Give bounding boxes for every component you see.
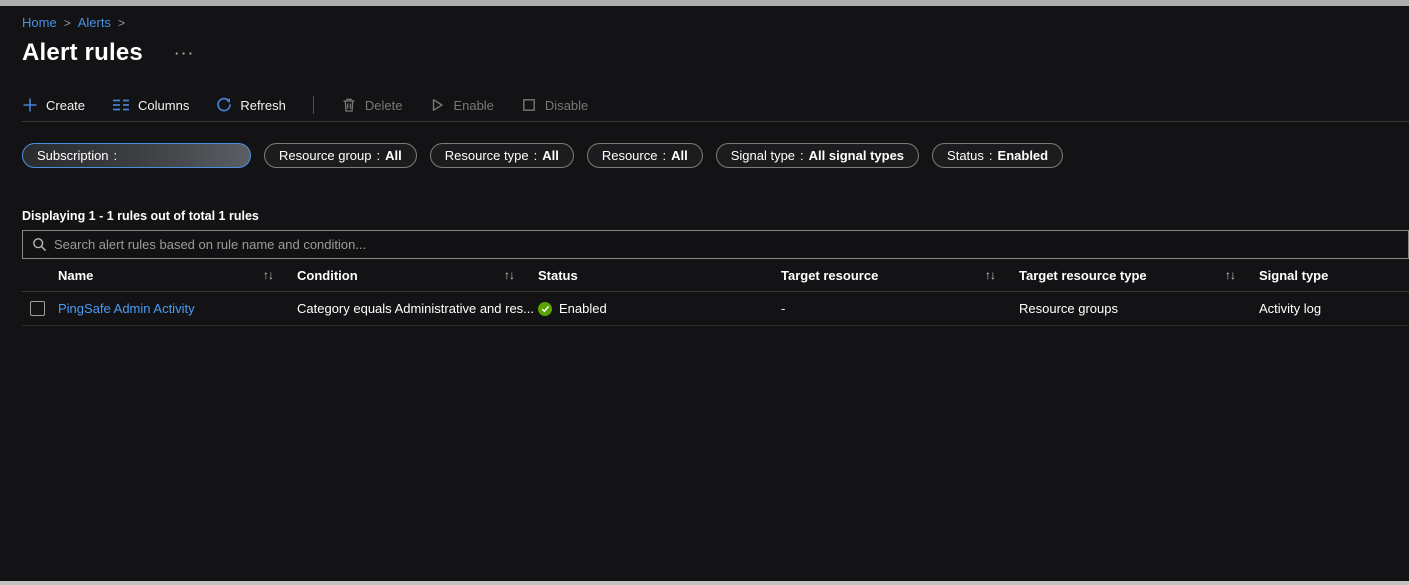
filter-label: Signal type [731, 148, 795, 163]
rule-condition-cell: Category equals Administrative and res..… [297, 301, 538, 316]
title-row: Alert rules ··· [22, 38, 1409, 68]
refresh-button[interactable]: Refresh [216, 97, 286, 113]
filter-value: All [542, 148, 559, 163]
column-header-target-resource[interactable]: Target resource ↑↓ [781, 268, 1019, 283]
filter-value: All signal types [809, 148, 904, 163]
alert-rules-page: Home > Alerts > Alert rules ··· Create [0, 15, 1409, 326]
filter-pill-status[interactable]: Status : Enabled [932, 143, 1063, 168]
search-bar [22, 230, 1409, 259]
column-header-label: Status [538, 268, 578, 283]
trash-icon [341, 97, 357, 113]
create-button-label: Create [46, 98, 85, 113]
breadcrumb: Home > Alerts > [22, 15, 1409, 30]
column-header-target-resource-type[interactable]: Target resource type ↑↓ [1019, 268, 1259, 283]
filter-bar: Subscription : Resource group : All Reso… [22, 143, 1409, 168]
columns-button-label: Columns [138, 98, 189, 113]
column-header-signal-type[interactable]: Signal type [1259, 268, 1409, 283]
page-title: Alert rules [22, 39, 143, 67]
toolbar-divider [313, 96, 314, 114]
refresh-button-label: Refresh [240, 98, 286, 113]
filter-separator: : [800, 148, 804, 163]
filter-separator: : [114, 148, 118, 163]
column-header-label: Name [58, 268, 93, 283]
column-header-label: Target resource type [1019, 268, 1147, 283]
column-header-label: Condition [297, 268, 358, 283]
filter-value: All [671, 148, 688, 163]
columns-icon [112, 98, 130, 112]
disable-button-label: Disable [545, 98, 588, 113]
breadcrumb-separator: > [118, 16, 125, 30]
breadcrumb-home-link[interactable]: Home [22, 15, 57, 30]
column-header-label: Signal type [1259, 268, 1328, 283]
rule-status-label: Enabled [559, 301, 607, 316]
filter-label: Subscription [37, 148, 109, 163]
filter-separator: : [662, 148, 666, 163]
square-icon [521, 97, 537, 113]
create-button[interactable]: Create [22, 97, 85, 113]
sort-arrows-icon[interactable]: ↑↓ [263, 268, 273, 282]
filter-pill-resource-type[interactable]: Resource type : All [430, 143, 574, 168]
plus-icon [22, 97, 38, 113]
filter-label: Resource group [279, 148, 372, 163]
breadcrumb-alerts-link[interactable]: Alerts [78, 15, 111, 30]
filter-separator: : [989, 148, 993, 163]
sort-arrows-icon[interactable]: ↑↓ [1225, 268, 1235, 282]
search-icon [32, 237, 47, 252]
rule-name-link[interactable]: PingSafe Admin Activity [58, 301, 195, 316]
sort-arrows-icon[interactable]: ↑↓ [504, 268, 514, 282]
check-circle-icon [538, 302, 552, 316]
filter-label: Status [947, 148, 984, 163]
filter-separator: : [377, 148, 381, 163]
search-input[interactable] [54, 237, 1399, 252]
filter-pill-resource[interactable]: Resource : All [587, 143, 703, 168]
columns-button[interactable]: Columns [112, 98, 189, 113]
filter-pill-signal-type[interactable]: Signal type : All signal types [716, 143, 919, 168]
filter-pill-resource-group[interactable]: Resource group : All [264, 143, 417, 168]
table-row: PingSafe Admin Activity Category equals … [22, 292, 1409, 326]
filter-pill-subscription[interactable]: Subscription : [22, 143, 251, 168]
column-header-status[interactable]: Status [538, 268, 781, 283]
filter-value: Enabled [998, 148, 1049, 163]
row-checkbox[interactable] [30, 301, 45, 316]
enable-button-label: Enable [453, 98, 493, 113]
column-header-label: Target resource [781, 268, 878, 283]
breadcrumb-separator: > [64, 16, 71, 30]
filter-label: Resource type [445, 148, 529, 163]
disable-button[interactable]: Disable [521, 97, 588, 113]
play-icon [429, 97, 445, 113]
enable-button[interactable]: Enable [429, 97, 493, 113]
window-bottom-edge [0, 581, 1409, 585]
rule-target-resource-cell: - [781, 301, 1019, 316]
delete-button-label: Delete [365, 98, 403, 113]
column-header-name[interactable]: Name ↑↓ [58, 268, 297, 283]
table-header-row: Name ↑↓ Condition ↑↓ Status Target resou… [22, 259, 1409, 292]
command-bar: Create Columns Refresh [22, 98, 1409, 122]
filter-value: All [385, 148, 402, 163]
results-summary: Displaying 1 - 1 rules out of total 1 ru… [22, 209, 1409, 223]
rule-signal-type-cell: Activity log [1259, 301, 1409, 316]
window-top-edge [0, 0, 1409, 6]
more-menu-icon[interactable]: ··· [175, 46, 196, 61]
refresh-icon [216, 97, 232, 113]
filter-label: Resource [602, 148, 658, 163]
filter-separator: : [534, 148, 538, 163]
column-header-condition[interactable]: Condition ↑↓ [297, 268, 538, 283]
sort-arrows-icon[interactable]: ↑↓ [985, 268, 995, 282]
alert-rules-table: Name ↑↓ Condition ↑↓ Status Target resou… [22, 259, 1409, 326]
delete-button[interactable]: Delete [341, 97, 403, 113]
rule-target-resource-type-cell: Resource groups [1019, 301, 1259, 316]
rule-status-cell: Enabled [538, 301, 781, 316]
